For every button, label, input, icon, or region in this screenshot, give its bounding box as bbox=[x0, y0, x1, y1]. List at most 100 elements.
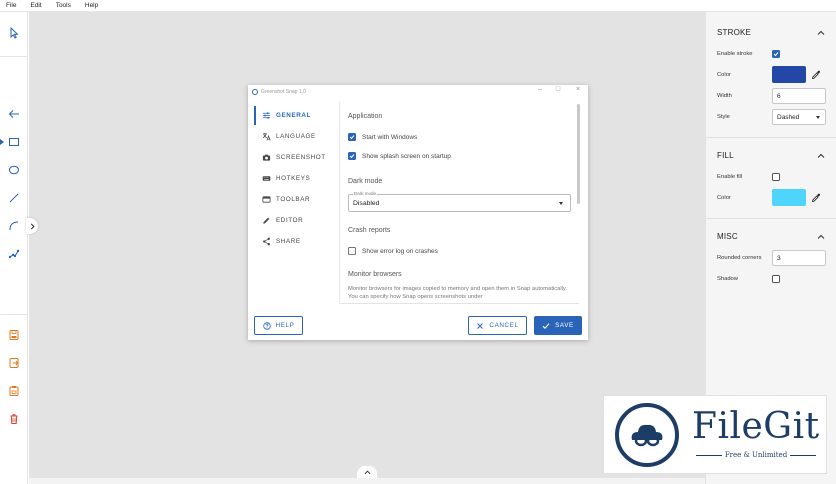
trash-icon bbox=[10, 414, 18, 424]
shadow-checkbox[interactable] bbox=[772, 275, 780, 283]
expand-bottom-button[interactable] bbox=[357, 466, 377, 478]
dark-mode-select[interactable]: Dark mode Disabled bbox=[348, 191, 571, 212]
stroke-style-select[interactable]: Dashed bbox=[772, 109, 826, 125]
polyline-icon bbox=[8, 249, 20, 259]
section-monitor-browsers-title: Monitor browsers bbox=[348, 271, 402, 278]
translate-icon bbox=[262, 132, 271, 141]
menu-tools[interactable]: Tools bbox=[56, 2, 71, 9]
export-icon bbox=[9, 358, 19, 368]
enable-fill-checkbox[interactable] bbox=[772, 173, 780, 181]
select-tool-button[interactable] bbox=[5, 24, 23, 42]
check-icon bbox=[349, 154, 355, 159]
freehand-tool-button[interactable] bbox=[5, 245, 23, 263]
dialog-title: Greenshot Snap 1.0 bbox=[261, 88, 306, 95]
chevron-up-icon[interactable] bbox=[817, 152, 825, 160]
dropdown-arrow-icon bbox=[816, 116, 820, 119]
nav-editor[interactable]: EDITOR bbox=[254, 210, 338, 231]
close-button[interactable]: × bbox=[572, 86, 584, 93]
show-error-log-row[interactable]: Show error log on crashes bbox=[348, 247, 438, 255]
stroke-color-label: Color bbox=[717, 72, 731, 78]
cancel-button[interactable]: CANCEL bbox=[468, 316, 527, 335]
settings-nav: GENERAL LANGUAGE SCREENSHOT HOTKEYS TOOL… bbox=[254, 105, 338, 252]
save-file-button[interactable] bbox=[5, 326, 23, 344]
nav-general[interactable]: GENERAL bbox=[254, 105, 338, 126]
chevron-right-icon bbox=[30, 223, 35, 229]
pointer-icon bbox=[10, 27, 19, 39]
settings-dialog: Greenshot Snap 1.0 – □ × GENERAL LANGUAG… bbox=[248, 85, 588, 340]
nav-language[interactable]: LANGUAGE bbox=[254, 126, 338, 147]
show-splash-checkbox[interactable] bbox=[348, 152, 356, 160]
arrow-tool-button[interactable] bbox=[5, 105, 23, 123]
dialog-footer-divider bbox=[339, 303, 579, 304]
menu-file[interactable]: File bbox=[6, 2, 16, 9]
pencil-icon bbox=[263, 217, 270, 224]
start-with-windows-checkbox[interactable] bbox=[348, 133, 356, 141]
eyedropper-icon[interactable] bbox=[811, 193, 821, 203]
start-with-windows-row[interactable]: Start with Windows bbox=[348, 133, 417, 141]
general-settings-pane[interactable]: Application Start with Windows Show spla… bbox=[339, 102, 579, 302]
nav-hotkeys[interactable]: HOTKEYS bbox=[254, 168, 338, 189]
curve-icon bbox=[9, 221, 19, 231]
start-with-windows-label: Start with Windows bbox=[362, 133, 418, 141]
delete-button[interactable] bbox=[5, 410, 23, 428]
check-icon bbox=[349, 135, 355, 140]
camera-icon bbox=[262, 154, 271, 161]
section-crash-reports-title: Crash reports bbox=[348, 227, 391, 234]
stroke-color-swatch[interactable] bbox=[772, 66, 806, 83]
panel-divider bbox=[706, 137, 836, 138]
help-button[interactable]: HELP bbox=[254, 316, 303, 335]
curve-tool-button[interactable] bbox=[5, 217, 23, 235]
section-application-title: Application bbox=[348, 113, 383, 120]
misc-section-title: MISC bbox=[717, 232, 738, 241]
rectangle-tool-button[interactable] bbox=[5, 133, 23, 151]
eyedropper-icon[interactable] bbox=[811, 70, 821, 80]
filegit-logo-icon bbox=[615, 403, 679, 467]
shadow-label: Shadow bbox=[717, 276, 738, 282]
nav-share[interactable]: SHARE bbox=[254, 231, 338, 252]
keyboard-icon bbox=[262, 176, 271, 181]
menu-bar: File Edit Tools Help bbox=[0, 0, 836, 12]
clipboard-icon bbox=[9, 386, 19, 396]
section-dark-mode-title: Dark mode bbox=[348, 178, 383, 185]
sliders-icon bbox=[262, 112, 271, 119]
show-splash-row[interactable]: Show splash screen on startup bbox=[348, 152, 451, 160]
ellipse-tool-button[interactable] bbox=[5, 161, 23, 179]
help-circle-icon bbox=[262, 321, 271, 330]
panel-divider bbox=[706, 218, 836, 219]
settings-scrollbar[interactable] bbox=[577, 104, 580, 204]
enable-stroke-label: Enable stroke bbox=[717, 51, 753, 57]
fill-section-title: FILL bbox=[717, 151, 734, 160]
menu-edit[interactable]: Edit bbox=[30, 2, 41, 9]
nav-toolbar[interactable]: TOOLBAR bbox=[254, 189, 338, 210]
active-tool-marker bbox=[0, 139, 4, 145]
fill-color-swatch[interactable] bbox=[772, 189, 806, 206]
stroke-style-label: Style bbox=[717, 114, 730, 120]
app-icon bbox=[252, 88, 258, 95]
enable-stroke-checkbox[interactable] bbox=[772, 50, 780, 58]
line-icon bbox=[9, 193, 19, 203]
watermark-tagline: Free & Unlimited bbox=[696, 451, 816, 459]
chevron-up-icon[interactable] bbox=[817, 29, 825, 37]
stroke-style-value: Dashed bbox=[777, 114, 800, 121]
show-splash-label: Show splash screen on startup bbox=[362, 152, 451, 160]
stroke-width-label: Width bbox=[717, 93, 732, 99]
stroke-width-input[interactable]: 6 bbox=[772, 88, 826, 104]
nav-screenshot[interactable]: SCREENSHOT bbox=[254, 147, 338, 168]
check-icon bbox=[542, 322, 550, 329]
maximize-button[interactable]: □ bbox=[552, 86, 564, 93]
toolbar-icon bbox=[262, 196, 271, 203]
export-button[interactable] bbox=[5, 354, 23, 372]
line-tool-button[interactable] bbox=[5, 189, 23, 207]
save-icon bbox=[9, 330, 19, 340]
minimize-button[interactable]: – bbox=[534, 86, 546, 93]
show-error-log-checkbox[interactable] bbox=[348, 247, 356, 255]
watermark-name: FileGit bbox=[692, 406, 820, 447]
check-icon bbox=[773, 52, 779, 57]
share-icon bbox=[263, 237, 270, 246]
rounded-corners-input[interactable]: 3 bbox=[772, 250, 826, 266]
dropdown-arrow-icon bbox=[559, 202, 563, 205]
chevron-up-icon[interactable] bbox=[817, 233, 825, 241]
menu-help[interactable]: Help bbox=[85, 2, 98, 9]
save-button[interactable]: SAVE bbox=[534, 316, 582, 335]
clipboard-button[interactable] bbox=[5, 382, 23, 400]
